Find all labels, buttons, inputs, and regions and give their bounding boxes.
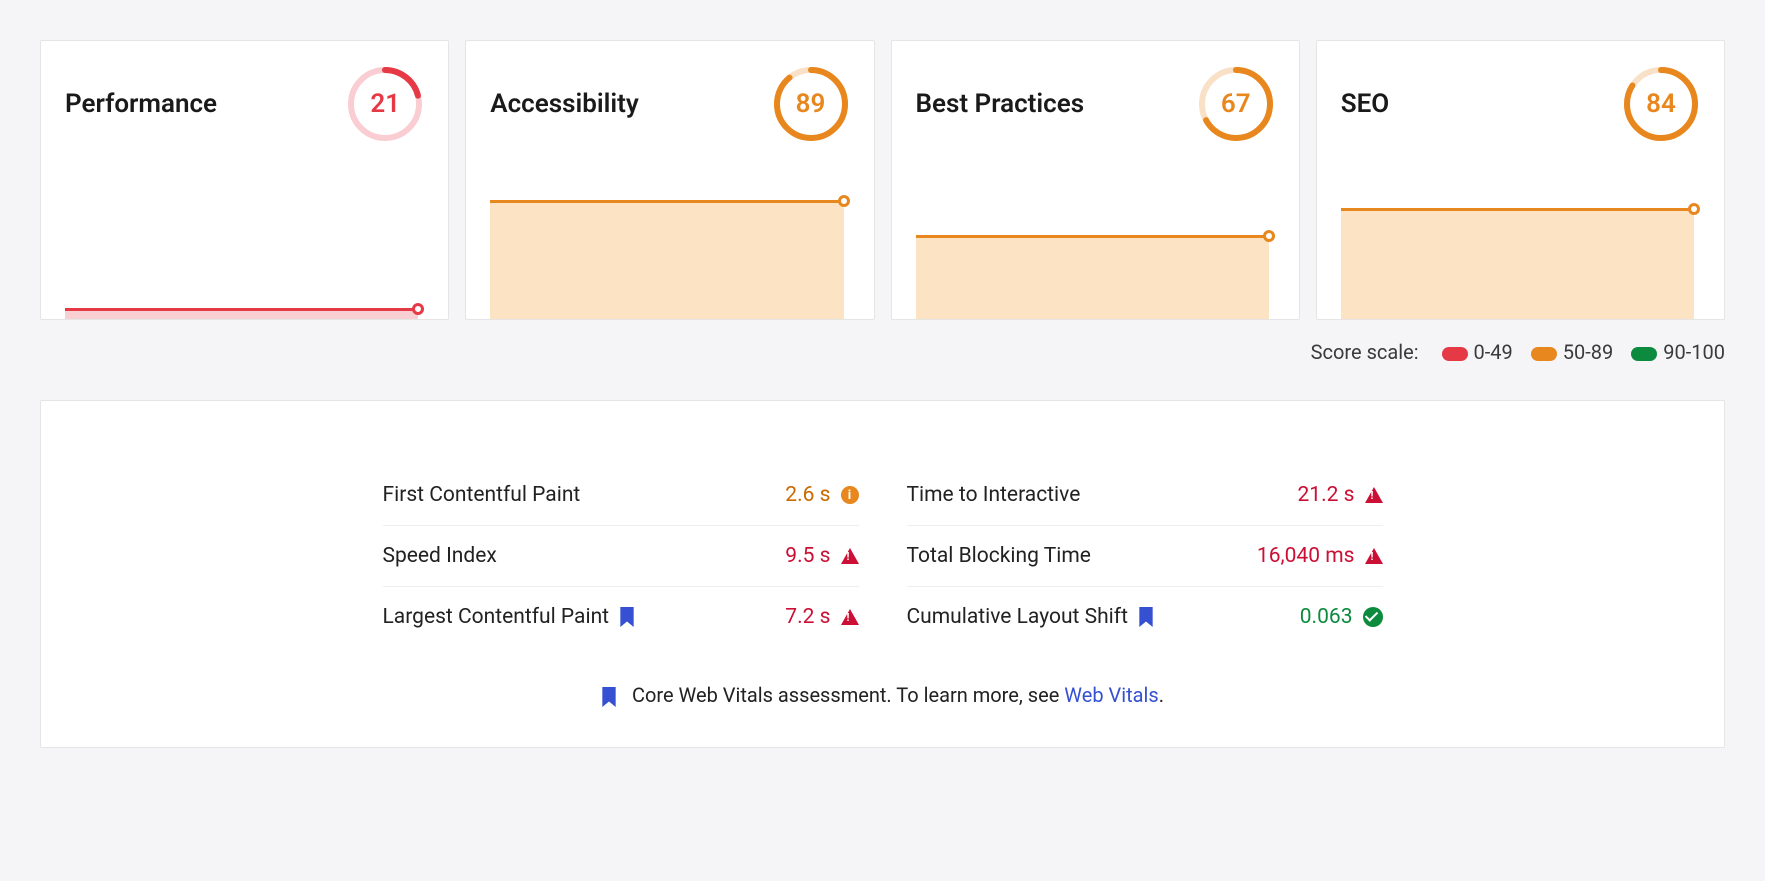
metric-name-text: Largest Contentful Paint [383,605,610,629]
cwv-footer-text-suffix: . [1159,683,1164,707]
bookmark-icon [1138,607,1154,627]
cwv-footer-text-prefix: Core Web Vitals assessment. To learn mor… [632,683,1064,707]
score-value: 89 [772,65,850,143]
score-card-seo[interactable]: SEO 84 [1316,40,1725,320]
metric-cumulative-layout-shift: Cumulative Layout Shift 0.063 [907,587,1383,647]
score-card-accessibility[interactable]: Accessibility 89 [465,40,874,320]
score-value: 67 [1197,65,1275,143]
metrics-column-right: Time to Interactive 21.2 s Total Blockin… [907,465,1383,647]
sparkline [65,183,424,319]
sparkline [1341,183,1700,319]
legend-label: Score scale: [1311,340,1419,364]
metric-name-text: Time to Interactive [907,483,1081,507]
card-title: SEO [1341,89,1389,119]
metrics-column-left: First Contentful Paint 2.6 s i Speed Ind… [383,465,859,647]
score-value: 84 [1622,65,1700,143]
score-gauge: 67 [1197,65,1275,143]
score-gauge: 84 [1622,65,1700,143]
metric-value-text: 16,040 ms [1257,544,1355,568]
sparkline [916,183,1275,319]
metric-name-text: Total Blocking Time [907,544,1091,568]
bookmark-icon [619,607,635,627]
pass-icon [1363,607,1383,627]
metric-value-text: 2.6 s [785,483,830,507]
metric-time-to-interactive: Time to Interactive 21.2 s [907,465,1383,526]
sparkline [490,183,849,319]
card-title: Accessibility [490,89,638,119]
fail-icon [1365,487,1383,503]
metric-first-contentful-paint: First Contentful Paint 2.6 s i [383,465,859,526]
metric-name-text: First Contentful Paint [383,483,581,507]
web-vitals-link[interactable]: Web Vitals [1064,683,1158,707]
warn-icon: i [841,486,859,504]
metric-value-text: 0.063 [1300,605,1353,629]
metric-largest-contentful-paint: Largest Contentful Paint 7.2 s [383,587,859,647]
card-title: Best Practices [916,89,1085,119]
legend-range-label: 50-89 [1563,340,1614,364]
score-card-performance[interactable]: Performance 21 [40,40,449,320]
score-gauge: 21 [346,65,424,143]
legend-swatch-orange [1531,347,1557,361]
metric-name-text: Cumulative Layout Shift [907,605,1128,629]
bookmark-icon [601,687,617,707]
metrics-panel: First Contentful Paint 2.6 s i Speed Ind… [40,400,1725,748]
score-gauge: 89 [772,65,850,143]
score-cards-row: Performance 21 Accessibility 89 [40,40,1725,320]
score-card-best-practices[interactable]: Best Practices 67 [891,40,1300,320]
fail-icon [841,548,859,564]
legend-swatch-red [1442,347,1468,361]
metric-speed-index: Speed Index 9.5 s [383,526,859,587]
metric-value-text: 21.2 s [1298,483,1355,507]
legend-range-label: 0-49 [1474,340,1513,364]
score-scale-legend: Score scale: 0-49 50-89 90-100 [40,340,1725,364]
fail-icon [841,609,859,625]
score-value: 21 [346,65,424,143]
legend-swatch-green [1631,347,1657,361]
cwv-footer: Core Web Vitals assessment. To learn mor… [89,683,1676,707]
metric-total-blocking-time: Total Blocking Time 16,040 ms [907,526,1383,587]
card-title: Performance [65,89,217,119]
legend-range-label: 90-100 [1663,340,1725,364]
metric-value-text: 7.2 s [785,605,830,629]
metric-name-text: Speed Index [383,544,497,568]
metric-value-text: 9.5 s [785,544,830,568]
fail-icon [1365,548,1383,564]
